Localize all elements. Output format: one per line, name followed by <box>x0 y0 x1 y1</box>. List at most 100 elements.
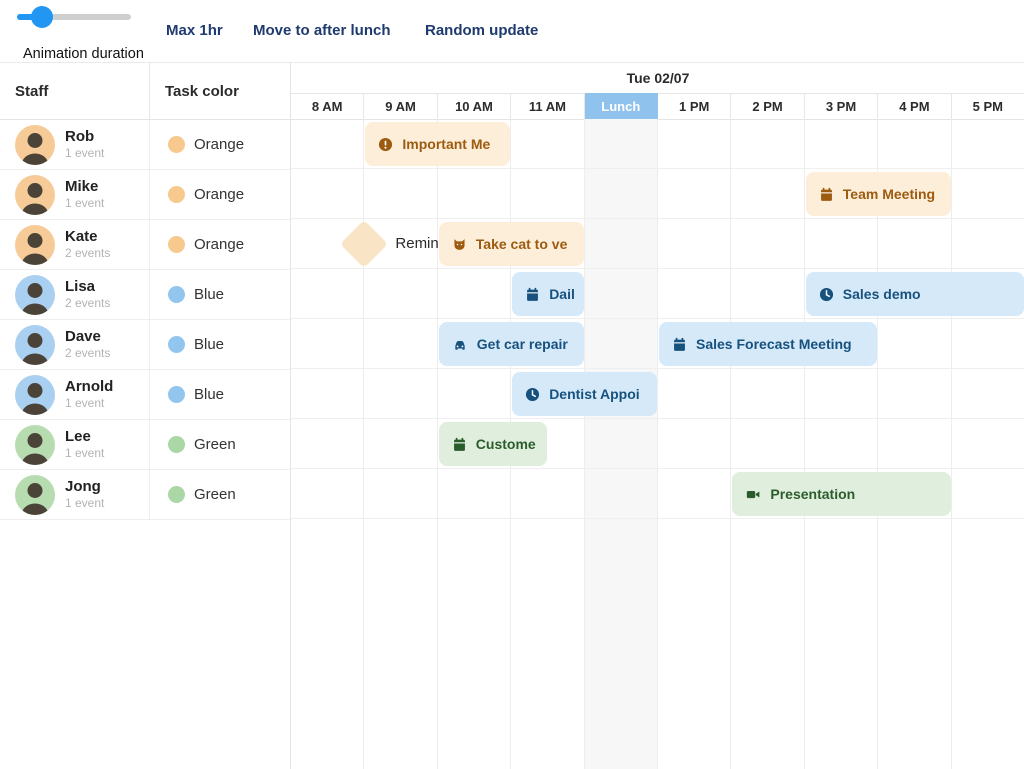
event-label: Dentist Appoi <box>549 386 639 402</box>
event-dail[interactable]: Dail <box>512 272 583 316</box>
event-label: Presentation <box>770 486 855 502</box>
task-color-column-header: Task color <box>150 63 290 119</box>
slider-thumb[interactable] <box>31 6 53 28</box>
calendar-icon <box>819 187 834 202</box>
event-custome[interactable]: Custome <box>439 422 547 466</box>
staff-cell[interactable]: Lee 1 event <box>0 420 150 469</box>
time-header-row: 8 AM9 AM10 AM11 AMLunch1 PM2 PM3 PM4 PM5… <box>291 93 1024 120</box>
staff-name: Lee <box>65 428 104 445</box>
staff-row-arnold[interactable]: Arnold1 event Blue <box>0 370 290 420</box>
car-icon <box>452 337 468 352</box>
event-get-car-repair[interactable]: Get car repair <box>439 322 584 366</box>
timeline-row[interactable] <box>291 319 1024 369</box>
staff-name: Dave <box>65 328 110 345</box>
staff-name: Lisa <box>65 278 110 295</box>
color-label: Green <box>194 436 236 453</box>
task-color-cell[interactable]: Orange <box>150 220 290 269</box>
clock-icon <box>819 287 834 302</box>
staff-name: Jong <box>65 478 104 495</box>
staff-event-count: 2 events <box>65 247 110 261</box>
time-header-5-pm: 5 PM <box>952 93 1024 119</box>
staff-row-jong[interactable]: Jong 1 event Green <box>0 470 290 520</box>
staff-cell[interactable]: Lisa 2 events <box>0 270 150 319</box>
clock-icon <box>525 387 540 402</box>
staff-event-count: 1 event <box>65 197 104 211</box>
task-color-cell[interactable]: Blue <box>150 320 290 369</box>
slider-label: Animation duration <box>23 46 144 62</box>
avatar <box>15 325 55 365</box>
staff-panel: Staff Task color Rob1 eventOrangeMike1 e… <box>0 63 290 769</box>
task-color-cell[interactable]: Orange <box>150 170 290 219</box>
color-dot <box>168 486 185 503</box>
avatar <box>15 425 55 465</box>
staff-row-lisa[interactable]: Lisa 2 events Blue <box>0 270 290 320</box>
event-sales-forecast-meeting[interactable]: Sales Forecast Meeting <box>659 322 877 366</box>
staff-cell[interactable]: Dave 2 events <box>0 320 150 369</box>
color-dot <box>168 236 185 253</box>
event-label: Sales Forecast Meeting <box>696 336 852 352</box>
time-header-2-pm: 2 PM <box>731 93 804 119</box>
random-update-button[interactable]: Random update <box>425 22 538 39</box>
staff-row-lee[interactable]: Lee 1 event Green <box>0 420 290 470</box>
staff-event-count: 2 events <box>65 347 110 361</box>
avatar <box>15 475 55 515</box>
slider-track[interactable] <box>17 14 131 20</box>
color-label: Orange <box>194 186 244 203</box>
staff-name: Kate <box>65 228 110 245</box>
event-take-cat-to-ve[interactable]: Take cat to ve <box>439 222 584 266</box>
color-dot <box>168 336 185 353</box>
time-header-3-pm: 3 PM <box>805 93 878 119</box>
calendar-icon <box>672 337 687 352</box>
staff-cell[interactable]: Kate 2 events <box>0 220 150 269</box>
avatar <box>15 275 55 315</box>
task-color-cell[interactable]: Green <box>150 420 290 469</box>
day-header: Tue 02/07 <box>291 63 1024 94</box>
event-presentation[interactable]: Presentation <box>732 472 950 516</box>
staff-row-kate[interactable]: Kate 2 events Orange <box>0 220 290 270</box>
staff-panel-header: Staff Task color <box>0 63 290 120</box>
task-color-cell[interactable]: Orange <box>150 120 290 169</box>
staff-event-count: 1 event <box>65 447 104 461</box>
staff-event-count: 2 events <box>65 297 110 311</box>
staff-cell[interactable]: Arnold1 event <box>0 370 150 419</box>
color-label: Blue <box>194 386 224 403</box>
color-dot <box>168 386 185 403</box>
task-color-cell[interactable]: Blue <box>150 370 290 419</box>
color-label: Orange <box>194 236 244 253</box>
time-header-4-pm: 4 PM <box>878 93 951 119</box>
staff-cell[interactable]: Jong 1 event <box>0 470 150 519</box>
time-header-9-am: 9 AM <box>364 93 437 119</box>
move-to-after-lunch-button[interactable]: Move to after lunch <box>253 22 391 39</box>
color-dot <box>168 136 185 153</box>
milestone-label: Remin <box>395 235 438 252</box>
staff-cell[interactable]: Mike1 event <box>0 170 150 219</box>
staff-row-rob[interactable]: Rob1 event Orange <box>0 120 290 170</box>
color-label: Orange <box>194 136 244 153</box>
timeline-body[interactable]: Remin Important Me Team Meeting Take cat to… <box>291 119 1024 769</box>
color-label: Green <box>194 486 236 503</box>
task-color-cell[interactable]: Green <box>150 470 290 519</box>
scheduler-grid: Staff Task color Rob1 eventOrangeMike1 e… <box>0 62 1024 769</box>
toolbar: Animation duration Max 1hr Move to after… <box>0 0 1024 62</box>
staff-row-mike[interactable]: Mike1 event Orange <box>0 170 290 220</box>
event-important-me[interactable]: Important Me <box>365 122 510 166</box>
event-label: Get car repair <box>477 336 568 352</box>
avatar <box>15 175 55 215</box>
event-label: Team Meeting <box>843 186 935 202</box>
event-team-meeting[interactable]: Team Meeting <box>806 172 951 216</box>
staff-cell[interactable]: Rob1 event <box>0 120 150 169</box>
event-sales-demo[interactable]: Sales demo <box>806 272 1024 316</box>
max-1hr-button[interactable]: Max 1hr <box>166 22 223 39</box>
staff-row-dave[interactable]: Dave 2 events Blue <box>0 320 290 370</box>
staff-name: Rob <box>65 128 104 145</box>
event-label: Important Me <box>402 136 490 152</box>
timeline-row[interactable] <box>291 419 1024 469</box>
animation-duration-slider[interactable]: Animation duration <box>17 10 147 20</box>
avatar <box>15 125 55 165</box>
color-dot <box>168 436 185 453</box>
timeline-row[interactable] <box>291 369 1024 419</box>
staff-event-count: 1 event <box>65 497 104 511</box>
task-color-cell[interactable]: Blue <box>150 270 290 319</box>
event-dentist-appoi[interactable]: Dentist Appoi <box>512 372 657 416</box>
time-header-11-am: 11 AM <box>511 93 584 119</box>
